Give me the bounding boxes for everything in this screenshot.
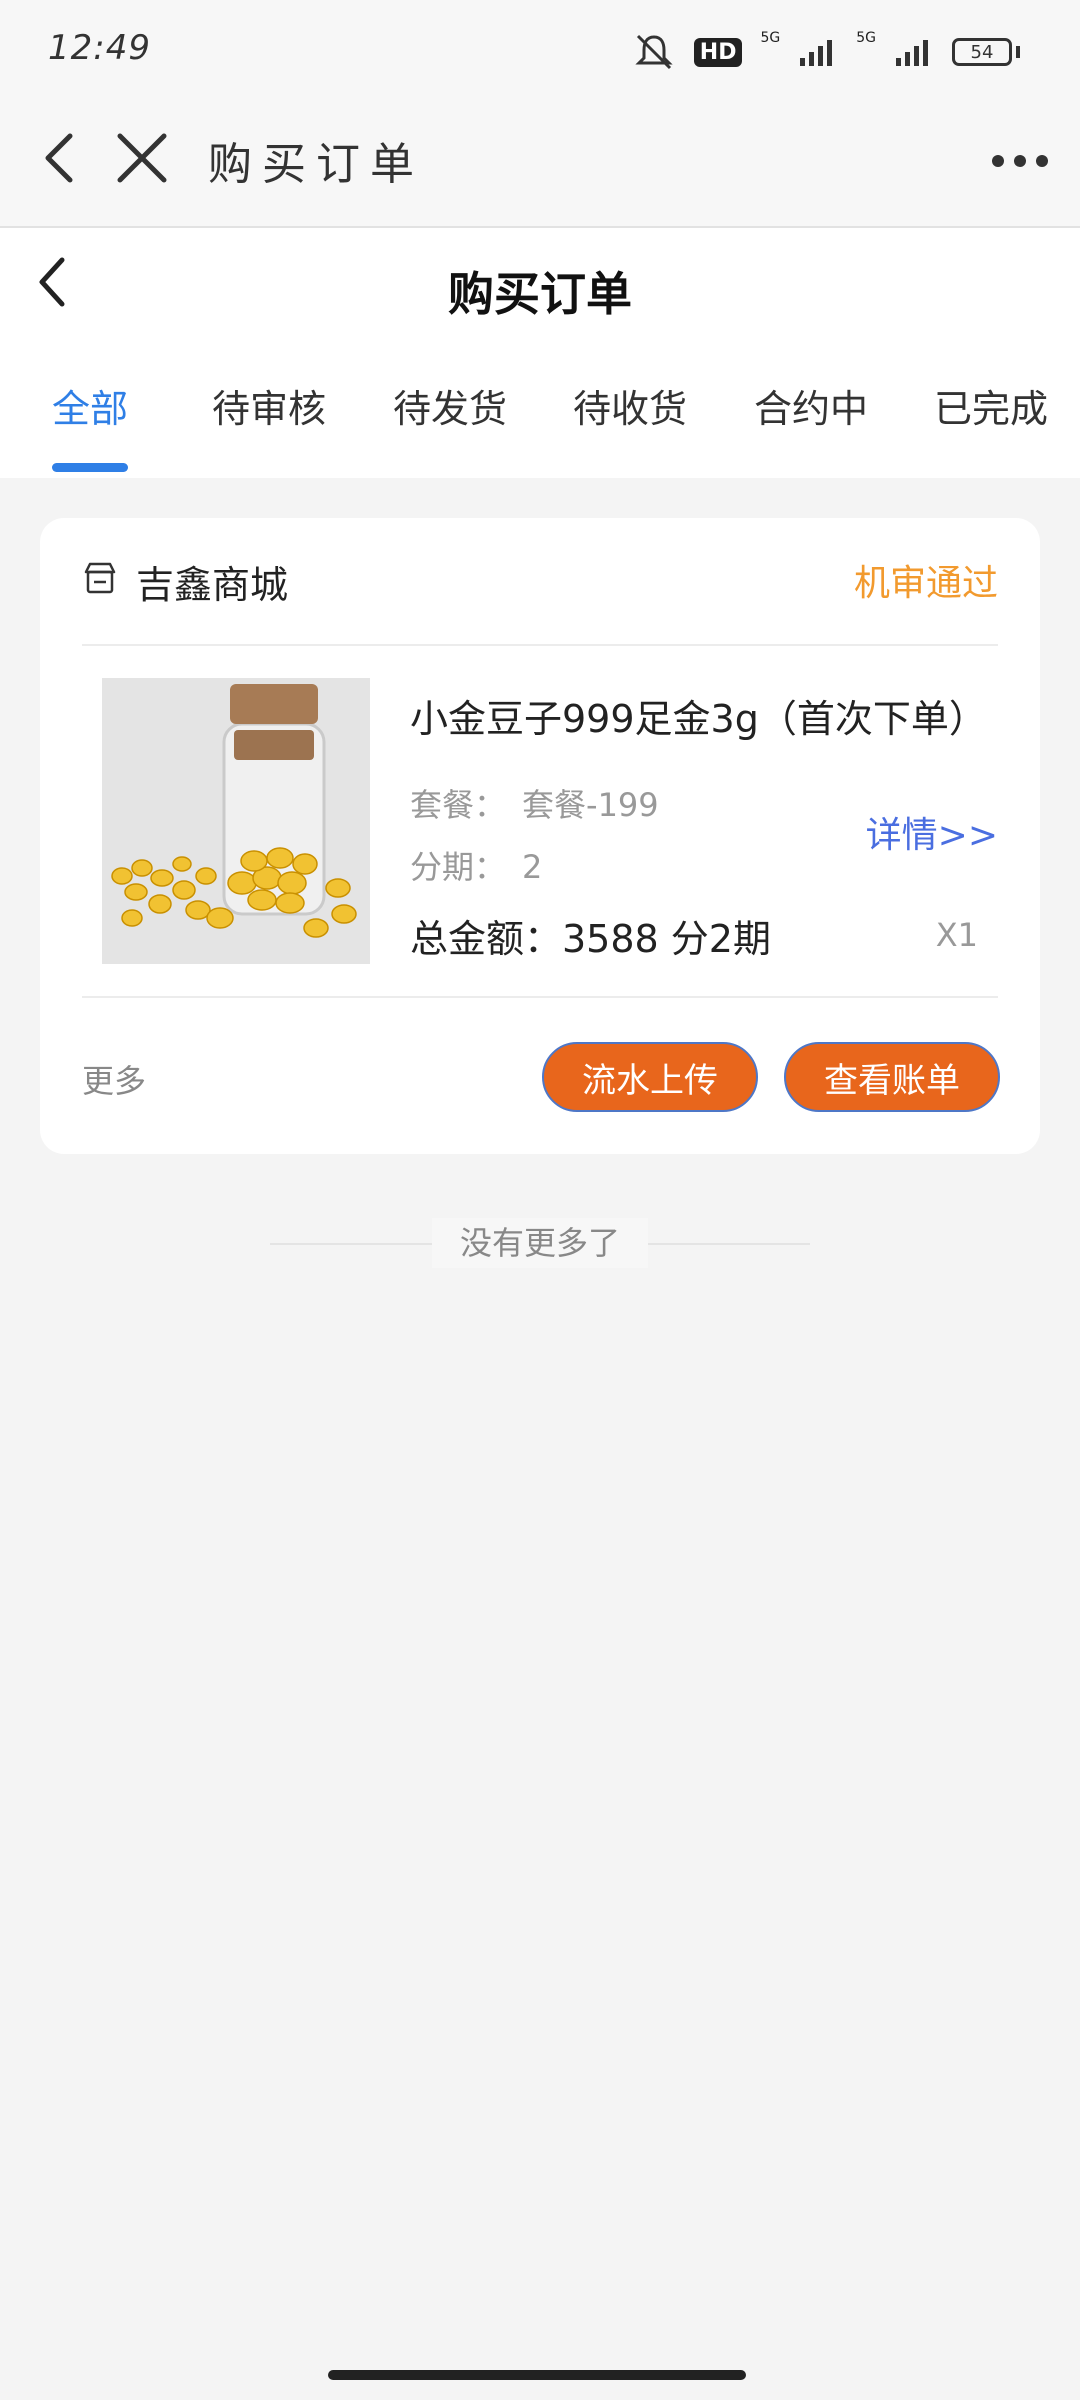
hd-badge: HD <box>693 37 743 67</box>
status-icons: HD 5G 5G 54 <box>632 30 1020 74</box>
product-name[interactable]: 小金豆子999足金3g（首次下单） <box>410 688 987 743</box>
card-divider <box>82 996 998 998</box>
product-image[interactable] <box>102 678 370 964</box>
battery-level: 54 <box>970 41 994 63</box>
quantity: X1 <box>935 916 978 954</box>
order-card: 吉鑫商城 机审通过 小金豆子999足金3g（首次下单） 套餐： 套餐-199 分… <box>40 518 1040 1154</box>
package-value: 套餐-199 <box>522 786 659 824</box>
network-type-2: 5G <box>856 30 876 46</box>
close-icon[interactable] <box>112 128 172 188</box>
card-divider <box>82 644 998 646</box>
page-header: 购买订单 全部 待审核 待发货 待收货 合约中 已完成 <box>0 228 1080 478</box>
tab-pending-review[interactable]: 待审核 <box>212 378 326 433</box>
home-indicator[interactable] <box>328 2370 746 2380</box>
active-tab-indicator <box>52 463 128 472</box>
tab-all[interactable]: 全部 <box>52 378 128 433</box>
tab-in-contract[interactable]: 合约中 <box>754 378 868 433</box>
battery-icon: 54 <box>952 38 1012 66</box>
view-bill-button[interactable]: 查看账单 <box>784 1042 1000 1112</box>
battery-nub <box>1016 46 1020 58</box>
more-options-icon[interactable] <box>990 146 1050 176</box>
more-link[interactable]: 更多 <box>82 1056 146 1102</box>
back-icon[interactable] <box>32 128 92 188</box>
shop-name: 吉鑫商城 <box>136 563 289 607</box>
tab-pending-receipt[interactable]: 待收货 <box>573 378 687 433</box>
signal-icon <box>800 40 833 66</box>
gold-beans-jar-illustration <box>102 678 370 964</box>
browser-nav-bar: 购买订单 <box>0 100 1080 228</box>
tab-pending-shipment[interactable]: 待发货 <box>393 378 507 433</box>
installment-label: 分期： <box>410 848 507 886</box>
installment-row: 分期： 2 <box>410 842 542 888</box>
package-label: 套餐： <box>410 786 507 824</box>
detail-link[interactable]: 详情>> <box>866 806 998 858</box>
order-tabs: 全部 待审核 待发货 待收货 合约中 已完成 <box>0 378 1080 478</box>
package-row: 套餐： 套餐-199 <box>410 780 659 826</box>
network-type-1: 5G <box>760 30 781 46</box>
browser-title: 购买订单 <box>208 139 424 190</box>
tab-completed[interactable]: 已完成 <box>934 378 1048 433</box>
shop-icon <box>84 562 116 594</box>
total-amount: 总金额：3588 分2期 <box>410 917 771 961</box>
status-bar: 12:49 HD 5G 5G 54 <box>0 0 1080 100</box>
page-title: 购买订单 <box>448 267 632 321</box>
signal-icon <box>896 40 928 66</box>
no-more-text: 没有更多了 <box>432 1218 648 1268</box>
upload-statement-button[interactable]: 流水上传 <box>542 1042 758 1112</box>
mute-icon <box>635 34 673 70</box>
installment-value: 2 <box>522 848 543 886</box>
order-status: 机审通过 <box>853 563 998 604</box>
status-time: 12:49 <box>48 28 151 68</box>
